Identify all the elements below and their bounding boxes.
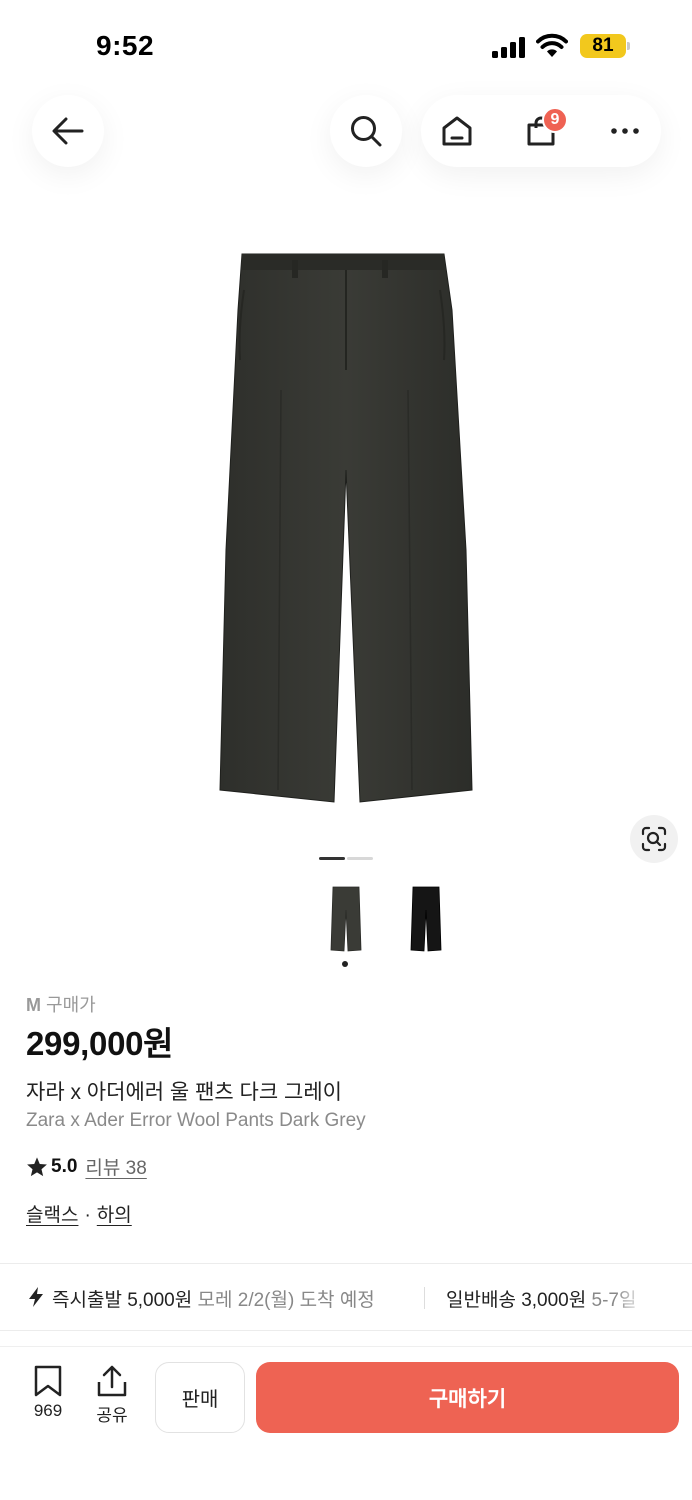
bookmark-count: 969	[33, 1401, 63, 1420]
divider	[0, 1263, 692, 1264]
standard-shipping-label: 일반배송 3,000원	[446, 1290, 587, 1311]
search-icon	[351, 116, 382, 147]
divider	[0, 1330, 692, 1331]
rating-score: 5.0	[51, 1155, 78, 1177]
shipping-options-row[interactable]: 즉시출발 5,000원 모레 2/2(월) 도착 예정 일반배송 3,000원 …	[26, 1283, 666, 1313]
lens-scan-icon	[641, 826, 667, 852]
share-label: 공유	[96, 1406, 128, 1425]
home-icon	[442, 116, 472, 146]
battery-level: 81	[580, 34, 626, 58]
cart-button[interactable]	[505, 95, 577, 167]
pager-active-bar	[319, 857, 345, 860]
product-price: 299,000원	[26, 1025, 174, 1062]
more-button[interactable]	[589, 95, 661, 167]
thumbnail-selected-dot	[342, 961, 348, 967]
bottom-action-bar: 969 공유 판매 구매하기	[0, 1346, 692, 1500]
review-link[interactable]: 리뷰 38	[85, 1153, 146, 1180]
thumbnail-dark-grey[interactable]	[318, 880, 374, 958]
size-price-label: M 구매가	[26, 991, 96, 1017]
express-shipping-eta: 모레 2/2(월) 도착 예정	[197, 1290, 375, 1311]
share-icon	[97, 1365, 127, 1397]
express-shipping: 즉시출발 5,000원 모레 2/2(월) 도착 예정	[52, 1285, 375, 1312]
search-button[interactable]	[330, 95, 402, 167]
nav-actions-pill	[421, 95, 661, 167]
cellular-signal-icon	[492, 36, 528, 58]
back-button[interactable]	[32, 95, 104, 167]
size-label: M	[26, 995, 41, 1015]
star-icon	[27, 1156, 47, 1176]
image-search-button[interactable]	[630, 815, 678, 863]
category-link-slacks[interactable]: 슬랙스	[26, 1205, 78, 1226]
home-button[interactable]	[421, 95, 493, 167]
product-image[interactable]	[216, 250, 476, 805]
product-title-english: Zara x Ader Error Wool Pants Dark Grey	[26, 1110, 366, 1131]
wifi-icon	[536, 33, 568, 57]
sell-button[interactable]: 판매	[155, 1362, 245, 1433]
back-arrow-icon	[52, 117, 84, 145]
shipping-separator	[424, 1287, 425, 1309]
more-icon	[611, 128, 639, 134]
buy-button[interactable]: 구매하기	[256, 1362, 679, 1433]
shipping-fade	[616, 1283, 646, 1313]
price-type-label: 구매가	[46, 995, 96, 1015]
lightning-icon	[29, 1287, 43, 1307]
bookmark-button[interactable]: 969	[20, 1365, 76, 1421]
share-button[interactable]: 공유	[84, 1365, 140, 1426]
pager-inactive-bar	[347, 857, 373, 860]
express-shipping-label: 즉시출발 5,000원	[52, 1290, 193, 1311]
pants-thumbnail-image	[330, 886, 362, 952]
bookmark-icon	[34, 1365, 62, 1397]
category-breadcrumb: 슬랙스 · 하의	[26, 1200, 132, 1227]
cart-count-badge: 9	[542, 107, 568, 133]
category-link-bottoms[interactable]: 하의	[97, 1205, 132, 1226]
product-rating: 5.0 리뷰 38	[26, 1153, 147, 1180]
status-time: 9:52	[96, 30, 155, 61]
category-separator: ·	[84, 1205, 91, 1226]
status-bar: 9:52 81	[0, 0, 692, 90]
thumbnail-black[interactable]	[398, 880, 454, 958]
product-title-korean: 자라 x 아더에러 울 팬츠 다크 그레이	[26, 1081, 342, 1104]
pants-thumbnail-image	[410, 886, 442, 952]
battery-icon: 81	[580, 34, 630, 58]
